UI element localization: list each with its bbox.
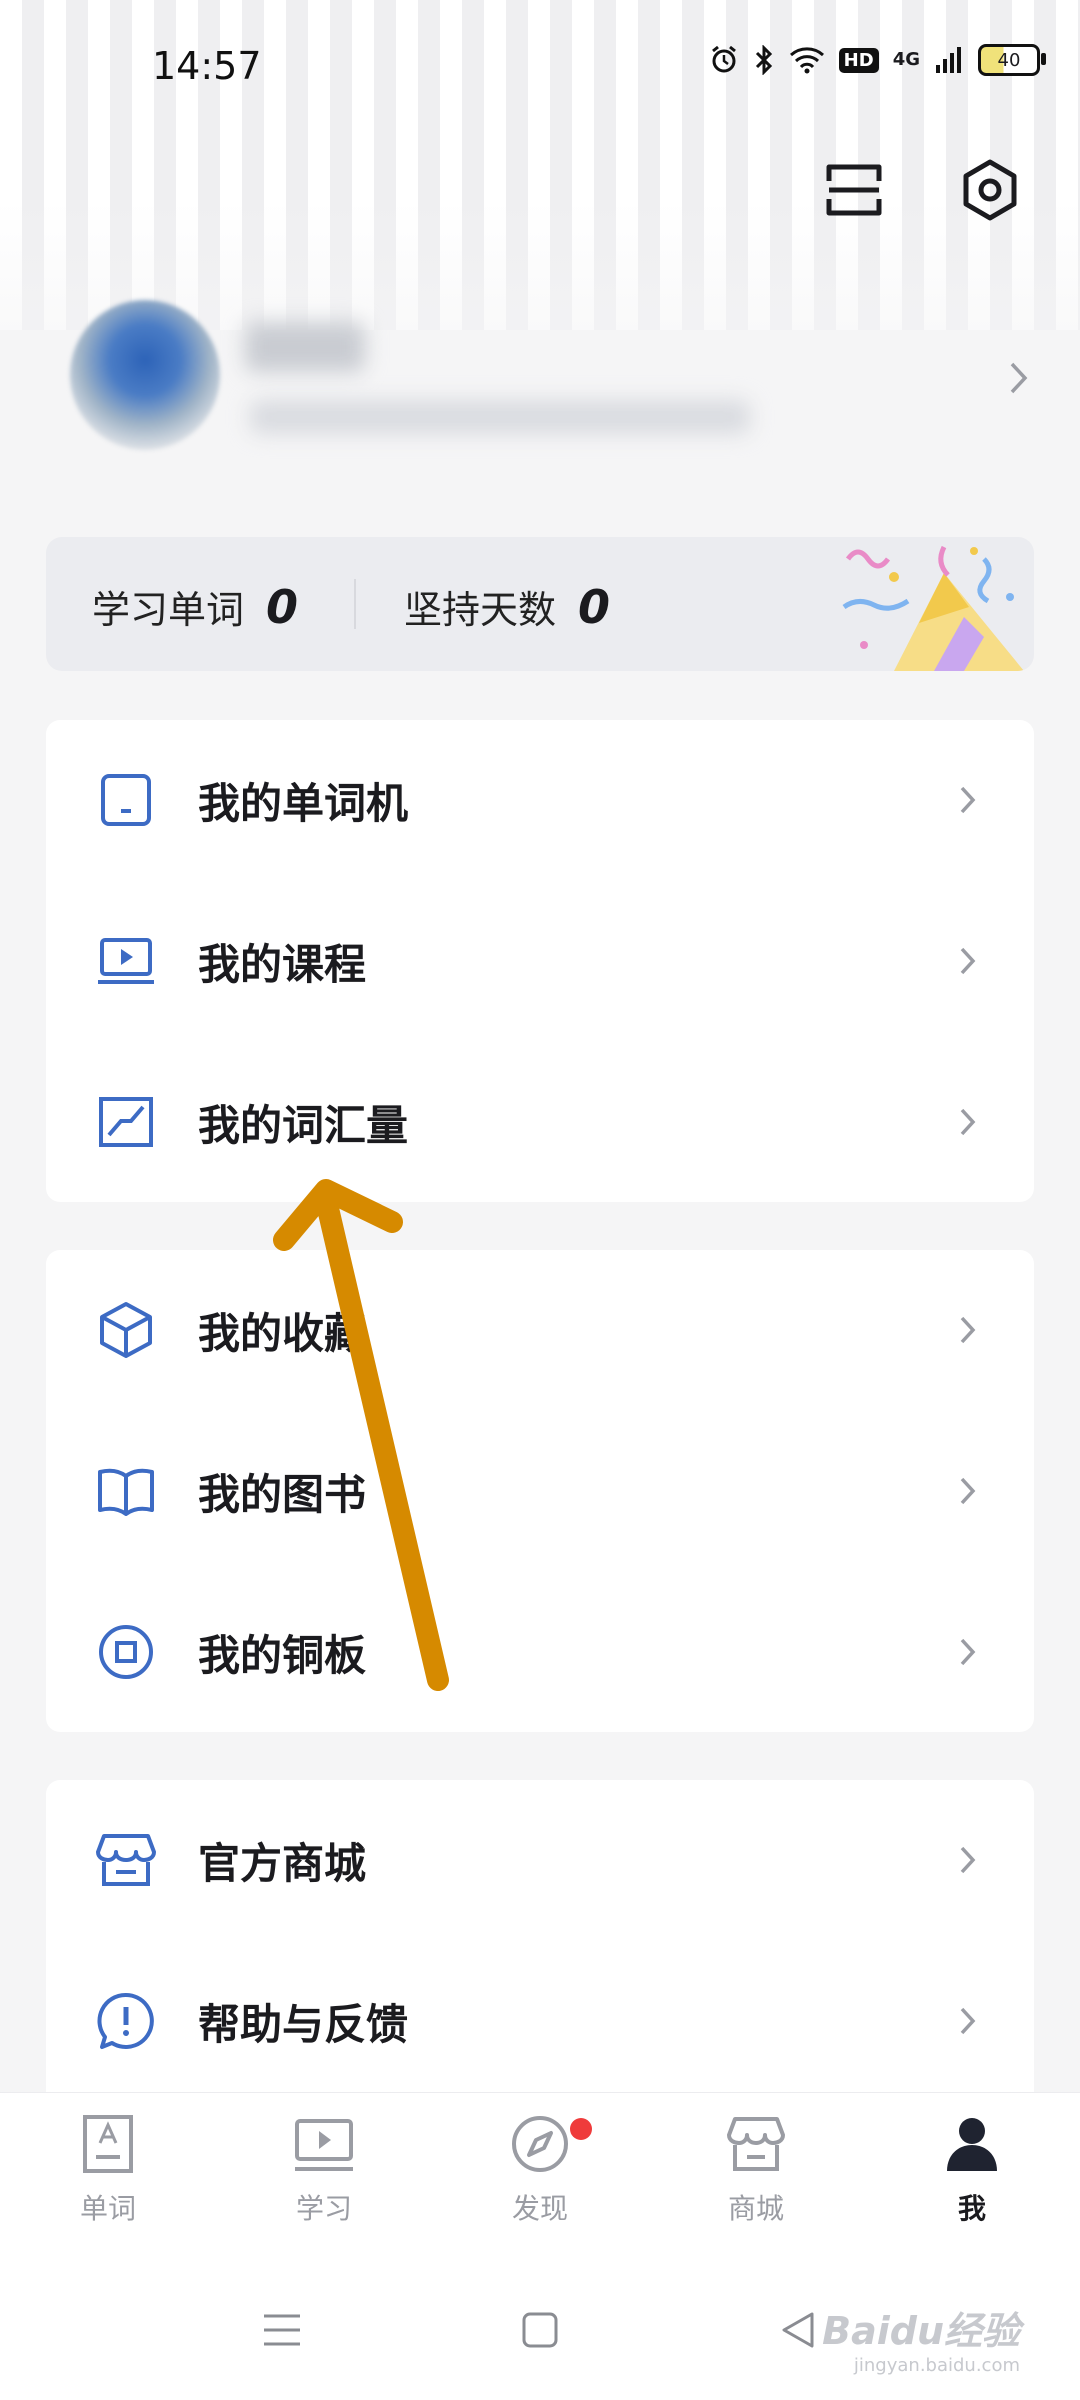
tab-study[interactable]: 学习: [216, 2113, 432, 2263]
wifi-icon: [789, 47, 824, 74]
word-card-icon: [83, 2115, 133, 2173]
menu-card-my-learning: 我的单词机 我的课程 我的词汇量: [46, 720, 1034, 1202]
chevron-right-icon: [960, 1316, 976, 1344]
book-icon: [96, 1461, 156, 1521]
menu-label: 我的课程: [198, 939, 367, 989]
chevron-right-icon: [960, 1108, 976, 1136]
stat-days-label: 坚持天数: [404, 588, 557, 632]
stat-words-label: 学习单词: [92, 588, 245, 632]
network-label: 4G: [892, 49, 920, 70]
compass-icon: [512, 2116, 568, 2172]
menu-item-help-feedback[interactable]: 帮助与反馈: [46, 1941, 1034, 2101]
chevron-right-icon: [960, 786, 976, 814]
top-actions: [814, 150, 1030, 230]
menu-card-my-collection: 我的收藏 我的图书 我的铜板: [46, 1250, 1034, 1732]
bottom-tab-bar: 单词 学习 发现 商城 我: [0, 2092, 1080, 2271]
stat-days-value: 0: [578, 580, 611, 634]
tab-label: 商城: [727, 2192, 784, 2225]
tab-store[interactable]: 商城: [648, 2113, 864, 2263]
stat-words: 学习单词 0: [92, 579, 298, 634]
signal-icon: [936, 47, 961, 73]
bluetooth-icon: [755, 45, 772, 75]
user-info-blurred: [250, 400, 750, 434]
watermark-url: jingyan.baidu.com: [853, 2355, 1020, 2376]
status-time: 14:57: [152, 44, 262, 88]
stat-days: 坚持天数 0: [404, 579, 610, 634]
menu-icon[interactable]: [262, 2310, 302, 2350]
tab-label: 发现: [511, 2192, 568, 2225]
user-icon: [947, 2118, 997, 2171]
menu-item-word-device[interactable]: 我的单词机: [46, 720, 1034, 880]
chevron-right-icon: [960, 1638, 976, 1666]
back-icon[interactable]: [778, 2310, 818, 2350]
menu-label: 我的单词机: [198, 778, 409, 828]
chevron-right-icon: [960, 2007, 976, 2035]
scan-icon: [826, 164, 882, 216]
coin-icon: [96, 1622, 156, 1682]
status-icons: HD 4G 40: [709, 44, 1046, 76]
tab-words[interactable]: 单词: [0, 2113, 216, 2263]
menu-label: 我的词汇量: [198, 1100, 409, 1150]
hd-icon: HD: [838, 47, 879, 73]
status-bar: 14:57 HD 4G 40: [0, 0, 1080, 120]
menu-item-vocabulary[interactable]: 我的词汇量: [46, 1042, 1034, 1202]
device-icon: [96, 770, 156, 830]
alarm-icon: [711, 45, 736, 73]
menu-item-favorites[interactable]: 我的收藏: [46, 1250, 1034, 1410]
tab-label: 我: [957, 2192, 986, 2225]
cube-icon: [96, 1300, 156, 1360]
stat-words-value: 0: [266, 580, 299, 634]
user-name-blurred: [245, 322, 365, 372]
help-icon: [96, 1991, 156, 2051]
play-screen-icon: [295, 2119, 353, 2171]
menu-item-coins[interactable]: 我的铜板: [46, 1572, 1034, 1732]
watermark-brand: Baidu经验: [822, 2309, 1020, 2353]
chevron-right-icon: [960, 1846, 976, 1874]
gear-icon: [963, 159, 1017, 221]
chart-line-icon: [96, 1092, 156, 1152]
battery-indicator: 40: [978, 44, 1046, 76]
study-stats-card[interactable]: 学习单词 0 坚持天数 0: [46, 537, 1034, 671]
tab-label: 单词: [79, 2192, 136, 2225]
avatar[interactable]: [70, 300, 220, 450]
party-popper-icon: [842, 545, 1024, 671]
menu-label: 我的铜板: [198, 1630, 367, 1680]
menu-item-courses[interactable]: 我的课程: [46, 881, 1034, 1041]
chevron-right-icon: [960, 1477, 976, 1505]
store-icon: [727, 2117, 785, 2171]
home-icon[interactable]: [520, 2310, 560, 2350]
profile-header[interactable]: [40, 300, 1040, 460]
menu-label: 官方商城: [198, 1838, 367, 1888]
tab-me[interactable]: 我: [864, 2113, 1080, 2263]
menu-item-books[interactable]: 我的图书: [46, 1411, 1034, 1571]
store-icon: [96, 1830, 156, 1890]
settings-button[interactable]: [950, 150, 1030, 230]
chevron-right-icon: [960, 947, 976, 975]
menu-label: 我的图书: [198, 1469, 367, 1519]
menu-item-official-store[interactable]: 官方商城: [46, 1780, 1034, 1940]
chevron-right-icon: [1010, 362, 1028, 394]
tab-label: 学习: [295, 2192, 352, 2225]
watermark: Baidu经验 jingyan.baidu.com: [822, 2300, 1020, 2376]
tab-discover[interactable]: 发现: [432, 2113, 648, 2263]
battery-level: 40: [997, 49, 1021, 71]
stat-divider: [354, 579, 356, 629]
menu-label: 我的收藏: [198, 1308, 367, 1358]
scan-button[interactable]: [814, 150, 894, 230]
menu-card-service: 官方商城 帮助与反馈: [46, 1780, 1034, 2120]
video-course-icon: [96, 931, 156, 991]
menu-label: 帮助与反馈: [198, 1999, 409, 2049]
discover-badge-dot: [570, 2118, 592, 2140]
